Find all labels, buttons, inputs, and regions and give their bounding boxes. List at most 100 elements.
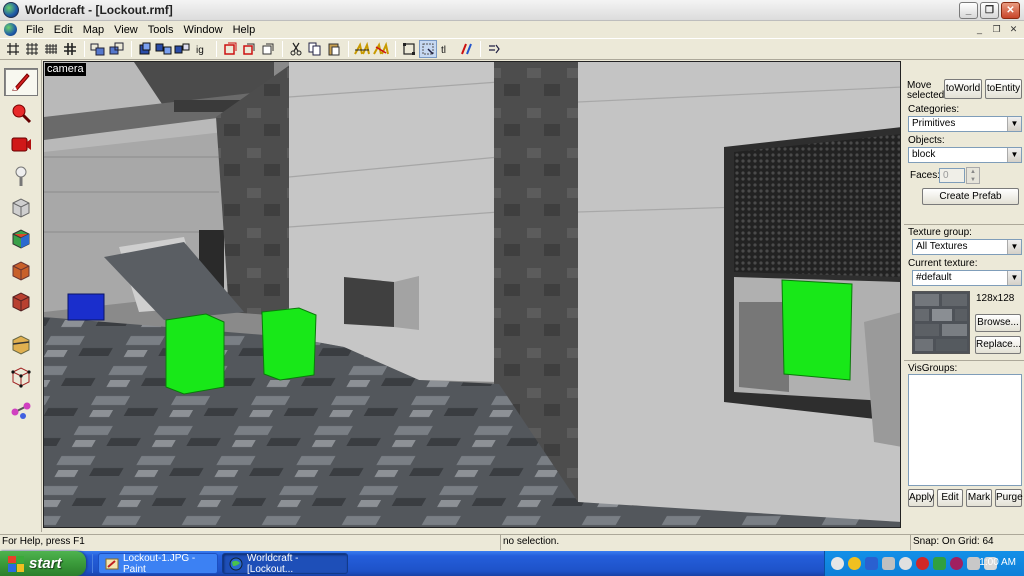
mark-button[interactable]: Mark	[966, 489, 992, 507]
task-label-paint: Lockout-1.JPG - Paint	[123, 552, 196, 575]
tray-display-icon[interactable]	[882, 557, 895, 570]
menu-file[interactable]: File	[21, 24, 49, 36]
create-prefab-button[interactable]: Create Prefab	[922, 188, 1019, 205]
show-hidden-icon[interactable]	[259, 40, 277, 58]
selection-box-icon[interactable]	[400, 40, 418, 58]
faces-spinner[interactable]: ▲ ▼	[966, 167, 980, 184]
ignore-grouping-icon[interactable]: ig	[193, 40, 211, 58]
edit-button[interactable]: Edit	[937, 489, 963, 507]
vertex-manipulation-tool-icon[interactable]	[4, 362, 38, 390]
menu-edit[interactable]: Edit	[49, 24, 78, 36]
visgroups-list[interactable]	[908, 374, 1022, 486]
start-button[interactable]: start	[0, 551, 86, 576]
categories-dropdown[interactable]: Primitives ▼	[908, 116, 1022, 132]
document-minimize-button[interactable]: _	[973, 23, 986, 35]
panel-divider	[904, 224, 1024, 225]
tray-volume-icon[interactable]	[967, 557, 980, 570]
texture-group-label: Texture group:	[908, 227, 972, 238]
cut-icon[interactable]	[287, 40, 305, 58]
make-hollow-icon[interactable]	[372, 40, 390, 58]
ungroup-split-icon[interactable]	[174, 40, 192, 58]
paste-icon[interactable]	[325, 40, 343, 58]
carve-icon[interactable]	[353, 40, 371, 58]
replace-button[interactable]: Replace...	[975, 336, 1021, 354]
current-texture-dropdown[interactable]: #default ▼	[912, 270, 1022, 286]
texture-application-tool-icon[interactable]	[4, 224, 38, 252]
tray-antivirus-icon[interactable]	[916, 557, 929, 570]
to-world-button[interactable]: toWorld	[944, 79, 982, 99]
tray-clock-app-icon[interactable]	[899, 557, 912, 570]
hide-selected-icon[interactable]	[221, 40, 239, 58]
menu-map[interactable]: Map	[78, 24, 109, 36]
tray-messenger-icon[interactable]	[933, 557, 946, 570]
texture-lock-icon[interactable]	[419, 40, 437, 58]
menu-help[interactable]: Help	[228, 24, 261, 36]
task-button-paint[interactable]: Lockout-1.JPG - Paint	[98, 552, 218, 575]
toolbar-separator	[282, 41, 283, 57]
run-map-icon[interactable]	[457, 40, 475, 58]
ungroup-icon[interactable]	[155, 40, 173, 58]
paint-app-icon	[105, 558, 119, 569]
document-menu-icon[interactable]	[4, 23, 17, 36]
close-button[interactable]: ✕	[1001, 2, 1020, 19]
decal-tool-icon[interactable]	[4, 287, 38, 315]
purge-button[interactable]: Purge	[995, 489, 1023, 507]
tray-security-icon[interactable]	[848, 557, 861, 570]
document-restore-button[interactable]: ❐	[990, 23, 1003, 35]
hide-unselected-icon[interactable]	[240, 40, 258, 58]
grid-larger-icon[interactable]	[61, 40, 79, 58]
chevron-down-icon: ▼	[1007, 271, 1021, 285]
taskbar-clock[interactable]: 1:00 AM	[979, 557, 1016, 568]
save-window-state-icon[interactable]	[108, 40, 126, 58]
objects-dropdown[interactable]: block ▼	[908, 147, 1022, 163]
worldcraft-task-icon	[229, 557, 243, 570]
menu-view[interactable]: View	[109, 24, 143, 36]
texture-size-label: 128x128	[976, 293, 1015, 304]
document-close-button[interactable]: ✕	[1007, 23, 1020, 35]
chevron-down-icon: ▼	[1007, 240, 1021, 254]
worldcraft-app-icon[interactable]	[3, 2, 19, 18]
clipping-tool-icon[interactable]	[4, 330, 38, 358]
to-entity-button[interactable]: toEntity	[985, 79, 1022, 99]
faces-input[interactable]: 0	[939, 168, 965, 183]
menu-tools[interactable]: Tools	[143, 24, 179, 36]
texture-lock-toggle-icon[interactable]: tl	[438, 40, 456, 58]
tray-expand-icon[interactable]	[831, 557, 844, 570]
selection-tool-icon[interactable]	[4, 68, 38, 96]
entity-report-icon[interactable]	[485, 40, 503, 58]
texture-preview[interactable]	[912, 291, 970, 354]
task-button-worldcraft[interactable]: Worldcraft - [Lockout...	[222, 553, 348, 575]
grid-toggle-icon[interactable]	[4, 40, 22, 58]
status-help-text: For Help, press F1	[2, 536, 85, 547]
menu-window[interactable]: Window	[178, 24, 227, 36]
toolbar-separator	[84, 41, 85, 57]
camera-viewport[interactable]: camera	[43, 61, 901, 528]
tool-palette	[0, 60, 42, 532]
tray-network-icon[interactable]	[865, 557, 878, 570]
maximize-button[interactable]: ❐	[980, 2, 999, 19]
objects-value: block	[912, 149, 936, 160]
block-tool-icon[interactable]	[4, 193, 38, 221]
apply-button[interactable]: Apply	[908, 489, 934, 507]
windows-taskbar: start Lockout-1.JPG - Paint Worldcraft -…	[0, 551, 1024, 576]
main-toolbar: ig tl	[0, 38, 1024, 60]
entity-tool-icon[interactable]	[4, 162, 38, 190]
apply-texture-tool-icon[interactable]	[4, 256, 38, 284]
copy-icon[interactable]	[306, 40, 324, 58]
tray-media-icon[interactable]	[950, 557, 963, 570]
texture-group-dropdown[interactable]: All Textures ▼	[912, 239, 1022, 255]
magnify-tool-icon[interactable]	[4, 99, 38, 127]
browse-button[interactable]: Browse...	[975, 314, 1021, 332]
chevron-down-icon: ▼	[1007, 148, 1021, 162]
categories-label: Categories:	[908, 104, 960, 115]
camera-tool-icon[interactable]	[4, 130, 38, 158]
minimize-button[interactable]: _	[959, 2, 978, 19]
path-tool-icon[interactable]	[4, 396, 38, 424]
move-selected-label-line2: selected:	[907, 90, 948, 101]
grid-smaller-icon[interactable]	[42, 40, 60, 58]
window-controls: _ ❐ ✕	[959, 2, 1020, 19]
group-icon[interactable]	[136, 40, 154, 58]
svg-text:tl: tl	[441, 45, 446, 56]
grid-3d-icon[interactable]	[23, 40, 41, 58]
load-window-state-icon[interactable]	[89, 40, 107, 58]
